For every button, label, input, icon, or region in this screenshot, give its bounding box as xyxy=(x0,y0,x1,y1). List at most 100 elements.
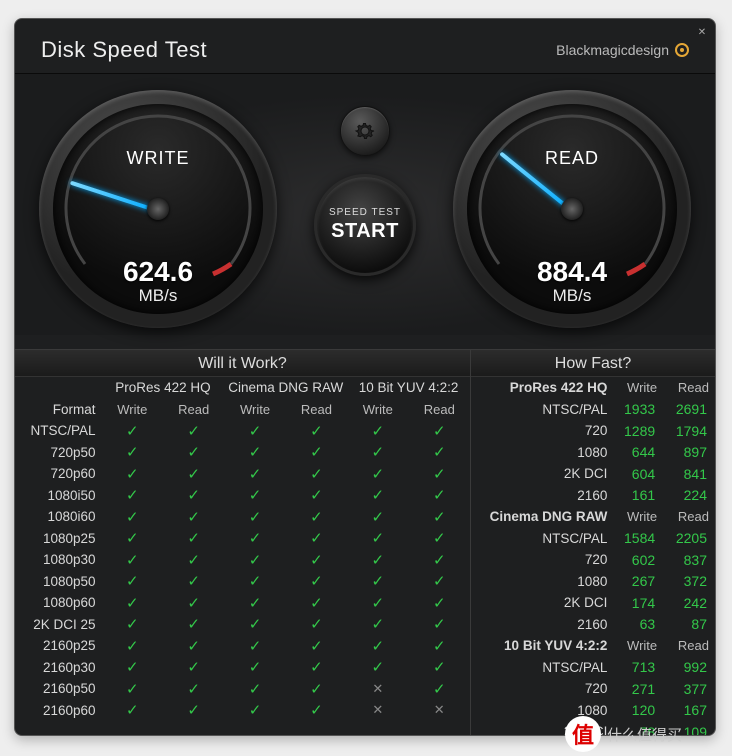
check-icon: ✓ xyxy=(163,549,224,571)
check-icon: ✓ xyxy=(286,700,347,722)
write-value: 174 xyxy=(611,592,663,614)
check-icon: ✓ xyxy=(409,549,470,571)
app-window: ✕ Disk Speed Test Blackmagicdesign WRITE… xyxy=(14,18,716,736)
check-icon: ✓ xyxy=(163,571,224,593)
check-icon: ✓ xyxy=(286,463,347,485)
close-icon[interactable]: ✕ xyxy=(695,25,709,39)
read-value: 992 xyxy=(663,657,715,679)
format-label: 1080i50 xyxy=(15,485,102,507)
table-row: 1080p25✓✓✓✓✓✓ xyxy=(15,528,470,550)
read-value: 2205 xyxy=(663,528,715,550)
check-icon: ✓ xyxy=(347,485,408,507)
check-icon: ✓ xyxy=(102,528,163,550)
check-icon: ✓ xyxy=(224,485,285,507)
format-label: 2160p30 xyxy=(15,657,102,679)
check-icon: ✓ xyxy=(163,657,224,679)
will-it-work-table: ProRes 422 HQCinema DNG RAW10 Bit YUV 4:… xyxy=(15,377,470,721)
column-header: Read xyxy=(286,399,347,421)
write-value: 63 xyxy=(611,614,663,636)
read-value: 242 xyxy=(663,592,715,614)
column-header: Write xyxy=(102,399,163,421)
format-label: 720p50 xyxy=(15,442,102,464)
check-icon: ✓ xyxy=(163,442,224,464)
check-icon: ✓ xyxy=(347,592,408,614)
check-icon: ✓ xyxy=(163,485,224,507)
check-icon: ✓ xyxy=(409,635,470,657)
check-icon: ✓ xyxy=(409,614,470,636)
check-icon: ✓ xyxy=(224,614,285,636)
table-row: 1080p60✓✓✓✓✓✓ xyxy=(15,592,470,614)
check-icon: ✓ xyxy=(347,506,408,528)
check-icon: ✓ xyxy=(224,506,285,528)
codec-header: 10 Bit YUV 4:2:2 xyxy=(347,377,470,399)
check-icon: ✓ xyxy=(286,657,347,679)
check-icon: ✓ xyxy=(347,463,408,485)
gear-icon xyxy=(353,119,377,143)
write-value: 604 xyxy=(611,463,663,485)
check-icon: ✓ xyxy=(224,549,285,571)
table-row: NTSC/PAL✓✓✓✓✓✓ xyxy=(15,420,470,442)
check-icon: ✓ xyxy=(224,592,285,614)
gauges-area: WRITE 624.6 MB/s SPEED TEST START xyxy=(15,73,715,335)
column-header: Read xyxy=(663,377,715,399)
format-label: NTSC/PAL xyxy=(471,528,611,550)
format-label: 2160p50 xyxy=(15,678,102,700)
check-icon: ✓ xyxy=(286,528,347,550)
table-row: 2K DCI604841 xyxy=(471,463,715,485)
table-row: NTSC/PAL713992 xyxy=(471,657,715,679)
how-fast-table: ProRes 422 HQWriteReadNTSC/PAL1933269172… xyxy=(471,377,715,735)
format-label: 720p60 xyxy=(15,463,102,485)
check-icon: ✓ xyxy=(102,657,163,679)
check-icon: ✓ xyxy=(102,571,163,593)
results-area: Will it Work? ProRes 422 HQCinema DNG RA… xyxy=(15,349,715,735)
check-icon: ✓ xyxy=(102,485,163,507)
write-gauge: WRITE 624.6 MB/s xyxy=(39,90,277,328)
column-header: Read xyxy=(663,506,715,528)
read-value: 377 xyxy=(663,678,715,700)
write-value: 1933 xyxy=(611,399,663,421)
how-fast-title: How Fast? xyxy=(471,350,715,377)
write-speed-unit: MB/s xyxy=(53,286,263,306)
start-button[interactable]: SPEED TEST START xyxy=(314,174,416,276)
check-icon: ✓ xyxy=(347,657,408,679)
codec-header: ProRes 422 HQ xyxy=(102,377,225,399)
format-label: 1080 xyxy=(471,571,611,593)
check-icon: ✓ xyxy=(347,614,408,636)
check-icon: ✓ xyxy=(102,678,163,700)
gauge-hub-icon xyxy=(561,198,583,220)
format-header: Format xyxy=(15,399,102,421)
check-icon: ✓ xyxy=(409,571,470,593)
settings-button[interactable] xyxy=(340,106,390,156)
format-label: 2160p25 xyxy=(15,635,102,657)
codec-header: Cinema DNG RAW xyxy=(471,506,611,528)
check-icon: ✓ xyxy=(163,528,224,550)
table-row: 2160p60✓✓✓✓✕✕ xyxy=(15,700,470,722)
how-fast-panel: How Fast? ProRes 422 HQWriteReadNTSC/PAL… xyxy=(471,350,715,735)
column-header: Write xyxy=(611,635,663,657)
column-header: Write xyxy=(611,377,663,399)
check-icon: ✓ xyxy=(409,528,470,550)
table-row: 72012891794 xyxy=(471,420,715,442)
watermark-icon: 值 xyxy=(565,716,601,752)
write-value: 161 xyxy=(611,485,663,507)
check-icon: ✓ xyxy=(347,442,408,464)
start-button-label: START xyxy=(331,220,399,243)
table-row: 720p50✓✓✓✓✓✓ xyxy=(15,442,470,464)
check-icon: ✓ xyxy=(286,678,347,700)
check-icon: ✓ xyxy=(409,463,470,485)
check-icon: ✓ xyxy=(409,506,470,528)
table-row: 21606387 xyxy=(471,614,715,636)
column-header: Read xyxy=(163,399,224,421)
check-icon: ✓ xyxy=(347,635,408,657)
center-controls: SPEED TEST START xyxy=(311,106,419,276)
brand-logo-icon xyxy=(675,43,689,57)
will-it-work-title: Will it Work? xyxy=(15,350,470,377)
table-row: 720602837 xyxy=(471,549,715,571)
check-icon: ✓ xyxy=(409,442,470,464)
check-icon: ✓ xyxy=(102,549,163,571)
watermark-text: 什么值得买 xyxy=(607,724,682,745)
read-value: 841 xyxy=(663,463,715,485)
format-label: 2160p60 xyxy=(15,700,102,722)
column-header: Write xyxy=(347,399,408,421)
check-icon: ✓ xyxy=(224,420,285,442)
